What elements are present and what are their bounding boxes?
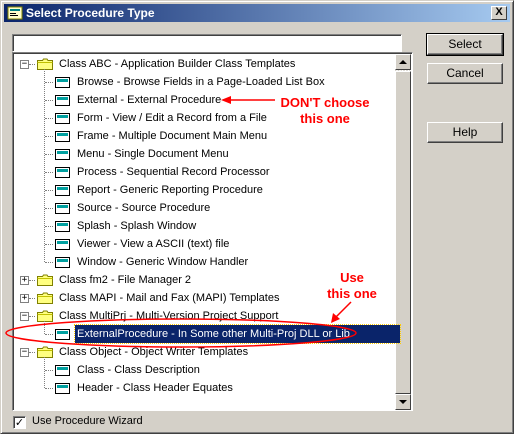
cancel-button-label: Cancel <box>446 66 484 80</box>
tree-connector <box>45 118 53 119</box>
tree-item[interactable]: Report - Generic Reporting Procedure <box>75 181 265 199</box>
tree-expander[interactable]: − <box>20 60 29 69</box>
window-title: Select Procedure Type <box>26 6 155 20</box>
tree-expander[interactable]: + <box>20 276 29 285</box>
procedure-template-icon <box>55 77 70 88</box>
use-this-annotation: Use this one <box>311 270 393 302</box>
tree-group-label[interactable]: Class ABC - Application Builder Class Te… <box>57 55 297 73</box>
folder-icon <box>37 292 53 304</box>
procedure-template-icon <box>55 167 70 178</box>
title-bar[interactable]: Select Procedure Type X <box>4 4 510 22</box>
tree-connector <box>45 334 53 335</box>
tree-item[interactable]: Source - Source Procedure <box>75 199 212 217</box>
select-button[interactable]: Select <box>426 33 504 56</box>
procedure-template-icon <box>55 383 70 394</box>
tree-item-selected[interactable]: ExternalProcedure - In Some other Multi-… <box>74 324 401 344</box>
procedure-template-icon <box>55 185 70 196</box>
use-this-line2: this one <box>327 286 377 301</box>
tree-item[interactable]: Viewer - View a ASCII (text) file <box>75 235 231 253</box>
select-procedure-dialog: Select Procedure Type X − Class ABC - App… <box>0 0 514 434</box>
tree-connector <box>45 82 53 83</box>
tree-group-label[interactable]: Class Object - Object Writer Templates <box>57 343 250 361</box>
tree-connector <box>45 388 53 389</box>
tree-connector <box>45 154 53 155</box>
folder-icon <box>37 274 53 286</box>
procedure-template-icon <box>55 365 70 376</box>
use-wizard-label[interactable]: Use Procedure Wizard <box>32 415 143 427</box>
app-icon <box>7 6 23 20</box>
tree-item[interactable]: Form - View / Edit a Record from a File <box>75 109 269 127</box>
cancel-button[interactable]: Cancel <box>427 63 503 84</box>
vertical-scrollbar[interactable] <box>395 54 411 410</box>
tree-connector <box>45 172 53 173</box>
tree-connector <box>29 316 35 317</box>
procedure-template-icon <box>55 257 70 268</box>
tree-item[interactable]: Menu - Single Document Menu <box>75 145 231 163</box>
tree-connector <box>45 370 53 371</box>
folder-icon <box>37 346 53 358</box>
tree-expander[interactable]: + <box>20 294 29 303</box>
tree-connector <box>45 190 53 191</box>
tree-expander[interactable]: − <box>20 348 29 357</box>
tree-connector <box>45 226 53 227</box>
arrow-up-icon <box>399 60 407 64</box>
tree-item[interactable]: Browse - Browse Fields in a Page-Loaded … <box>75 73 327 91</box>
tree-branch-line <box>44 321 45 334</box>
procedure-template-icon <box>55 239 70 250</box>
tree-connector <box>29 352 35 353</box>
use-wizard-checkbox[interactable]: ✓ <box>13 416 26 429</box>
tree-connector <box>45 100 53 101</box>
use-this-line1: Use <box>340 270 364 285</box>
help-button[interactable]: Help <box>427 122 503 143</box>
procedure-template-icon <box>55 113 70 124</box>
tree-item[interactable]: Splash - Splash Window <box>75 217 198 235</box>
tree-connector <box>45 262 53 263</box>
procedure-template-icon <box>55 95 70 106</box>
scroll-up-button[interactable] <box>395 54 411 70</box>
arrow-down-icon <box>399 400 407 404</box>
dont-choose-annotation: DON'T choose this one <box>267 95 383 127</box>
tree-group-label[interactable]: Class fm2 - File Manager 2 <box>57 271 193 289</box>
folder-icon <box>37 58 53 70</box>
tree-connector <box>29 298 35 299</box>
search-input[interactable] <box>12 34 402 52</box>
tree-connector <box>45 244 53 245</box>
tree-group-label[interactable]: Class MAPI - Mail and Fax (MAPI) Templat… <box>57 289 281 307</box>
tree-item[interactable]: External - External Procedure <box>75 91 223 109</box>
procedure-template-icon <box>55 221 70 232</box>
tree-connector <box>29 64 35 65</box>
dont-choose-line2: this one <box>300 111 350 126</box>
dont-choose-line1: DON'T choose <box>280 95 370 110</box>
tree-item[interactable]: Process - Sequential Record Processor <box>75 163 272 181</box>
tree-branch-line <box>44 69 45 262</box>
tree-item[interactable]: Frame - Multiple Document Main Menu <box>75 127 269 145</box>
help-button-label: Help <box>452 125 478 139</box>
procedure-template-icon <box>55 149 70 160</box>
select-button-label: Select <box>448 37 482 51</box>
tree-item[interactable]: Window - Generic Window Handler <box>75 253 250 271</box>
tree-branch-line <box>44 357 45 388</box>
tree-item[interactable]: Class - Class Description <box>75 361 202 379</box>
scroll-thumb[interactable] <box>395 71 411 394</box>
procedure-template-icon <box>55 131 70 142</box>
close-icon: X <box>495 6 503 18</box>
tree-connector <box>29 280 35 281</box>
tree-expander[interactable]: − <box>20 312 29 321</box>
scroll-down-button[interactable] <box>395 394 411 410</box>
tree-item[interactable]: Header - Class Header Equates <box>75 379 235 397</box>
tree-group-label[interactable]: Class MultiPrj - Multi-Version Project S… <box>57 307 280 325</box>
tree-connector <box>45 208 53 209</box>
check-icon: ✓ <box>14 416 25 429</box>
tree-connector <box>45 136 53 137</box>
procedure-template-icon <box>55 203 70 214</box>
close-button[interactable]: X <box>491 6 507 20</box>
procedure-template-icon <box>55 329 70 340</box>
folder-icon <box>37 310 53 322</box>
